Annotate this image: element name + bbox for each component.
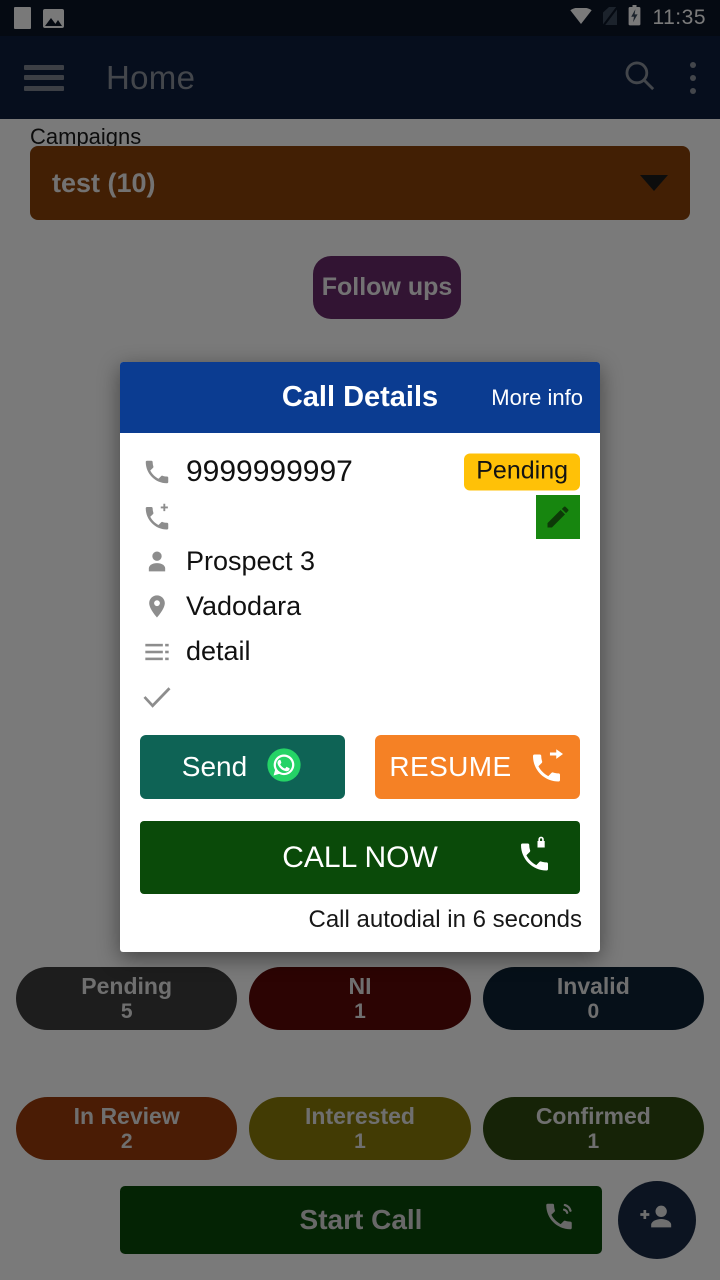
- call-forward-icon: [530, 747, 566, 788]
- edit-button[interactable]: [536, 494, 580, 539]
- detail-row-location: Vadodara: [140, 584, 580, 629]
- dialog-header: Call Details More info: [120, 362, 600, 433]
- person-icon: [140, 548, 174, 576]
- detail-row-phone: 9999999997 Pending: [140, 449, 580, 494]
- send-label: Send: [181, 751, 248, 782]
- call-now-label: CALL NOW: [282, 840, 438, 874]
- dialog-title: Call Details: [281, 381, 439, 413]
- whatsapp-icon: [265, 746, 303, 789]
- add-call-icon: [140, 502, 174, 532]
- prospect-name: Prospect 3: [186, 546, 316, 576]
- resume-label: RESUME: [389, 751, 512, 782]
- detail-row-detail: detail: [140, 629, 580, 674]
- send-whatsapp-button[interactable]: Send: [140, 735, 345, 799]
- check-icon: [140, 682, 174, 712]
- detail-row-name: Prospect 3: [140, 539, 580, 584]
- phone-number: 9999999997: [186, 454, 353, 488]
- notes-list-icon: [140, 638, 174, 666]
- prospect-location: Vadodara: [186, 591, 302, 621]
- phone-icon: [140, 457, 174, 487]
- status-badge: Pending: [464, 453, 580, 490]
- dialog-body: 9999999997 Pending Prospect 3 Vadodara d…: [120, 433, 600, 719]
- dialog-action-row: Send RESUME: [120, 719, 600, 799]
- resume-button[interactable]: RESUME: [375, 735, 580, 799]
- call-details-dialog: Call Details More info 9999999997 Pendin…: [120, 362, 600, 952]
- autodial-countdown-text: Call autodial in 6 seconds: [308, 906, 582, 933]
- location-pin-icon: [140, 593, 174, 621]
- prospect-detail: detail: [186, 636, 251, 666]
- call-now-button[interactable]: CALL NOW: [140, 821, 580, 894]
- detail-row-alt-phone: [140, 494, 580, 539]
- edit-pencil-icon: [547, 506, 569, 527]
- phone-screen: Campaigns test (10) Follow ups Pending 5…: [0, 0, 720, 1280]
- detail-row-check: [140, 674, 580, 719]
- phone-lock-icon: [518, 836, 554, 880]
- more-info-link[interactable]: More info: [491, 385, 583, 411]
